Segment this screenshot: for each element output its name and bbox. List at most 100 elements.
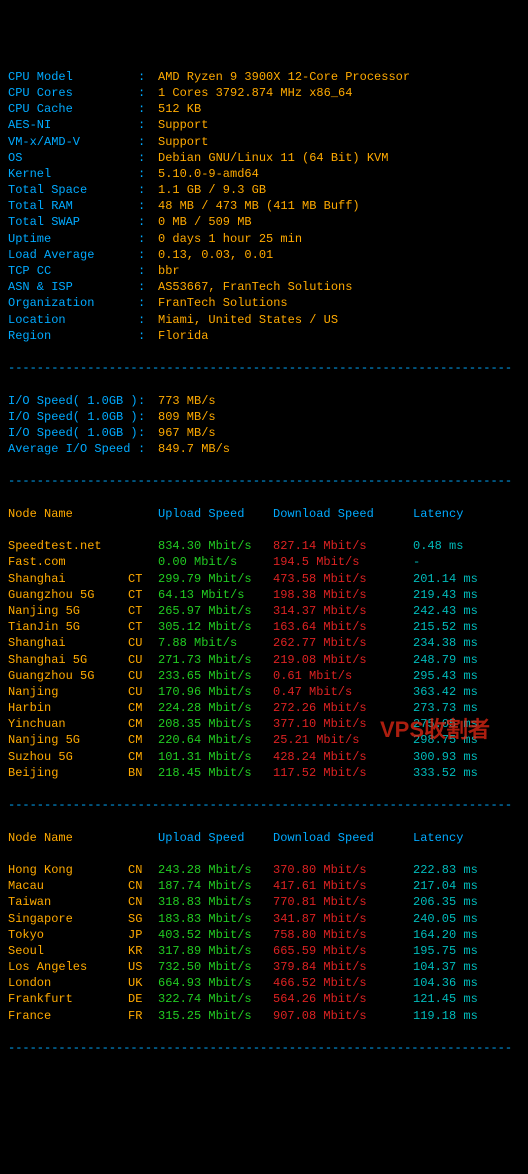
- info-row: CPU Model: AMD Ryzen 9 3900X 12-Core Pro…: [8, 69, 520, 85]
- colon: :: [138, 134, 158, 150]
- latency: 215.52 ms: [413, 619, 513, 635]
- download-header: Download Speed: [273, 506, 413, 522]
- download-speed: 473.58 Mbit/s: [273, 571, 413, 587]
- latency: 0.48 ms: [413, 538, 513, 554]
- download-speed: 428.24 Mbit/s: [273, 749, 413, 765]
- speedtest-row: TokyoJP403.52 Mbit/s758.80 Mbit/s164.20 …: [8, 927, 520, 943]
- download-speed: 417.61 Mbit/s: [273, 878, 413, 894]
- colon: :: [138, 295, 158, 311]
- speedtest-row: SeoulKR317.89 Mbit/s665.59 Mbit/s195.75 …: [8, 943, 520, 959]
- info-value: 0 days 1 hour 25 min: [158, 231, 302, 247]
- latency: 164.20 ms: [413, 927, 513, 943]
- latency: 333.52 ms: [413, 765, 513, 781]
- latency: 222.83 ms: [413, 862, 513, 878]
- upload-speed: 732.50 Mbit/s: [158, 959, 273, 975]
- node-name: Seoul: [8, 943, 128, 959]
- upload-speed: 265.97 Mbit/s: [158, 603, 273, 619]
- node-name: Shanghai: [8, 571, 128, 587]
- node-location: BN: [128, 765, 158, 781]
- system-info-block: CPU Model: AMD Ryzen 9 3900X 12-Core Pro…: [8, 69, 520, 344]
- latency: 242.43 ms: [413, 603, 513, 619]
- upload-speed: 183.83 Mbit/s: [158, 911, 273, 927]
- node-name: Fast.com: [8, 554, 128, 570]
- info-label: Organization: [8, 295, 138, 311]
- upload-speed: 834.30 Mbit/s: [158, 538, 273, 554]
- node-location: CN: [128, 862, 158, 878]
- speedtest-row: Los AngelesUS732.50 Mbit/s379.84 Mbit/s1…: [8, 959, 520, 975]
- info-value: 809 MB/s: [158, 409, 216, 425]
- speedtest-table-1: Speedtest.net 834.30 Mbit/s827.14 Mbit/s0…: [8, 538, 520, 781]
- colon: :: [138, 69, 158, 85]
- info-row: OS: Debian GNU/Linux 11 (64 Bit) KVM: [8, 150, 520, 166]
- node-location: CU: [128, 684, 158, 700]
- info-row: Location: Miami, United States / US: [8, 312, 520, 328]
- colon: :: [138, 328, 158, 344]
- node-location: CT: [128, 571, 158, 587]
- download-speed: 827.14 Mbit/s: [273, 538, 413, 554]
- info-value: Miami, United States / US: [158, 312, 338, 328]
- info-label: TCP CC: [8, 263, 138, 279]
- info-row: VM-x/AMD-V: Support: [8, 134, 520, 150]
- node-location: CN: [128, 878, 158, 894]
- info-row: I/O Speed( 1.0GB ): 809 MB/s: [8, 409, 520, 425]
- info-label: OS: [8, 150, 138, 166]
- node-name: Shanghai 5G: [8, 652, 128, 668]
- colon: :: [138, 409, 158, 425]
- latency: 119.18 ms: [413, 1008, 513, 1024]
- info-value: 967 MB/s: [158, 425, 216, 441]
- latency: 104.37 ms: [413, 959, 513, 975]
- node-name: Speedtest.net: [8, 538, 128, 554]
- speedtest-row: Fast.com0.00 Mbit/s194.5 Mbit/s-: [8, 554, 520, 570]
- divider: ----------------------------------------…: [8, 1040, 520, 1056]
- upload-speed: 315.25 Mbit/s: [158, 1008, 273, 1024]
- node-name: Nanjing 5G: [8, 603, 128, 619]
- info-value: Florida: [158, 328, 208, 344]
- upload-speed: 208.35 Mbit/s: [158, 716, 273, 732]
- speedtest-row: Nanjing 5GCT265.97 Mbit/s314.37 Mbit/s24…: [8, 603, 520, 619]
- node-location: DE: [128, 991, 158, 1007]
- node-location: CM: [128, 732, 158, 748]
- upload-speed: 218.45 Mbit/s: [158, 765, 273, 781]
- info-label: I/O Speed( 1.0GB ): [8, 409, 138, 425]
- node-name: Macau: [8, 878, 128, 894]
- info-row: AES-NI: Support: [8, 117, 520, 133]
- node-location: CU: [128, 668, 158, 684]
- latency: 295.43 ms: [413, 668, 513, 684]
- info-label: CPU Cores: [8, 85, 138, 101]
- info-row: Uptime: 0 days 1 hour 25 min: [8, 231, 520, 247]
- node-name: Guangzhou 5G: [8, 668, 128, 684]
- latency: 201.14 ms: [413, 571, 513, 587]
- node-name: Guangzhou 5G: [8, 587, 128, 603]
- upload-speed: 322.74 Mbit/s: [158, 991, 273, 1007]
- node-name: Nanjing: [8, 684, 128, 700]
- colon: :: [138, 247, 158, 263]
- info-value: 1 Cores 3792.874 MHz x86_64: [158, 85, 352, 101]
- node-location: CM: [128, 716, 158, 732]
- node-location: CT: [128, 603, 158, 619]
- speedtest-row: Nanjing 5GCM220.64 Mbit/s25.21 Mbit/s298…: [8, 732, 520, 748]
- divider: ----------------------------------------…: [8, 360, 520, 376]
- latency: 104.36 ms: [413, 975, 513, 991]
- node-location: CT: [128, 619, 158, 635]
- info-row: TCP CC: bbr: [8, 263, 520, 279]
- upload-speed: 305.12 Mbit/s: [158, 619, 273, 635]
- node-location: FR: [128, 1008, 158, 1024]
- upload-speed: 187.74 Mbit/s: [158, 878, 273, 894]
- download-speed: 770.81 Mbit/s: [273, 894, 413, 910]
- node-name: Suzhou 5G: [8, 749, 128, 765]
- colon: :: [138, 198, 158, 214]
- node-name: Tokyo: [8, 927, 128, 943]
- node-location: CT: [128, 587, 158, 603]
- speedtest-row: BeijingBN218.45 Mbit/s117.52 Mbit/s333.5…: [8, 765, 520, 781]
- speedtest-row: SingaporeSG183.83 Mbit/s341.87 Mbit/s240…: [8, 911, 520, 927]
- speedtest-row: Speedtest.net 834.30 Mbit/s827.14 Mbit/s0…: [8, 538, 520, 554]
- info-value: Debian GNU/Linux 11 (64 Bit) KVM: [158, 150, 388, 166]
- speedtest-row: TaiwanCN318.83 Mbit/s770.81 Mbit/s206.35…: [8, 894, 520, 910]
- upload-header: Upload Speed: [158, 506, 273, 522]
- info-label: Kernel: [8, 166, 138, 182]
- node-location: JP: [128, 927, 158, 943]
- info-value: 849.7 MB/s: [158, 441, 230, 457]
- node-name: Taiwan: [8, 894, 128, 910]
- speedtest-row: YinchuanCM208.35 Mbit/s377.10 Mbit/s275.…: [8, 716, 520, 732]
- speedtest-row: NanjingCU170.96 Mbit/s0.47 Mbit/s363.42 …: [8, 684, 520, 700]
